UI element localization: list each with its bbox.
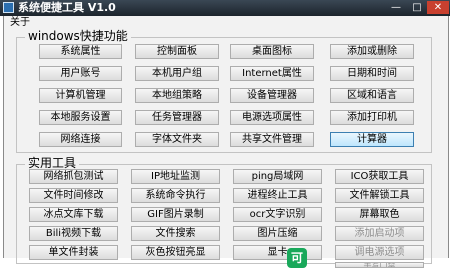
calculator-button[interactable]: 计算器 [330,132,414,147]
handwriting-button[interactable]: 手写门禁 [335,262,424,268]
add-startup-item-button[interactable]: 添加启动项 [335,226,424,241]
add-remove-programs-button[interactable]: 添加或删除 [330,44,414,59]
maximize-button[interactable]: □ [407,1,427,14]
add-printer-button[interactable]: 添加打印机 [330,110,414,125]
file-search-button[interactable]: 文件搜索 [131,226,220,241]
file-time-editor-button[interactable]: 文件时间修改 [29,188,118,203]
power-options-button[interactable]: 电源选项属性 [230,110,314,125]
device-manager-button[interactable]: 设备管理器 [230,88,314,103]
menu-about[interactable]: 关于 [10,16,30,30]
app-icon [3,2,14,13]
close-button[interactable]: ✕ [427,1,449,14]
windows-functions-group: windows快捷功能 系统属性 控制面板 桌面图标 添加或删除 用户账号 本机… [16,29,432,153]
overlay-app-badge[interactable]: 可 [287,248,307,268]
process-killer-button[interactable]: 进程终止工具 [233,188,322,203]
fonts-folder-button[interactable]: 字体文件夹 [135,132,219,147]
user-accounts-button[interactable]: 用户账号 [39,66,122,81]
shared-files-button[interactable]: 共享文件管理 [230,132,314,147]
desktop-icons-button[interactable]: 桌面图标 [230,44,314,59]
local-services-button[interactable]: 本地服务设置 [39,110,122,125]
local-user-groups-button[interactable]: 本机用户组 [135,66,219,81]
windows-functions-title: windows快捷功能 [25,29,131,43]
system-properties-button[interactable]: 系统属性 [39,44,122,59]
internet-properties-button[interactable]: Internet属性 [230,66,314,81]
gif-recorder-button[interactable]: GIF图片录制 [131,207,220,222]
minimize-button[interactable]: — [385,1,407,14]
bili-video-download-button[interactable]: Bili视频下载 [29,226,118,241]
task-manager-button[interactable]: 任务管理器 [135,110,219,125]
bingdian-docs-download-button[interactable]: 冰点文库下载 [29,207,118,222]
computer-management-button[interactable]: 计算机管理 [39,88,122,103]
file-unlocker-button[interactable]: 文件解锁工具 [335,188,424,203]
ico-extractor-button[interactable]: ICO获取工具 [335,169,424,184]
local-group-policy-button[interactable]: 本地组策略 [135,88,219,103]
region-language-button[interactable]: 区域和语言 [330,88,414,103]
date-time-button[interactable]: 日期和时间 [330,66,414,81]
packet-capture-button[interactable]: 网络抓包测试 [29,169,118,184]
ocr-button[interactable]: ocr文字识别 [233,207,322,222]
network-connections-button[interactable]: 网络连接 [39,132,122,147]
system-command-button[interactable]: 系统命令执行 [131,188,220,203]
utilities-group: 实用工具 网络抓包测试 IP地址监测 ping局域网 ICO获取工具 文件时间修… [16,156,432,268]
control-panel-button[interactable]: 控制面板 [135,44,219,59]
utilities-title: 实用工具 [25,156,80,170]
image-compress-button[interactable]: 图片压缩 [233,226,322,241]
ping-lan-button[interactable]: ping局域网 [233,169,322,184]
ip-monitor-button[interactable]: IP地址监测 [131,169,220,184]
title-bar: 系统便捷工具 V1.0 — □ ✕ [0,0,450,16]
window-title: 系统便捷工具 V1.0 [18,1,116,14]
color-picker-button[interactable]: 屏幕取色 [335,207,424,222]
window-client-area: 关于 windows快捷功能 系统属性 控制面板 桌面图标 添加或删除 用户账号… [3,16,449,268]
